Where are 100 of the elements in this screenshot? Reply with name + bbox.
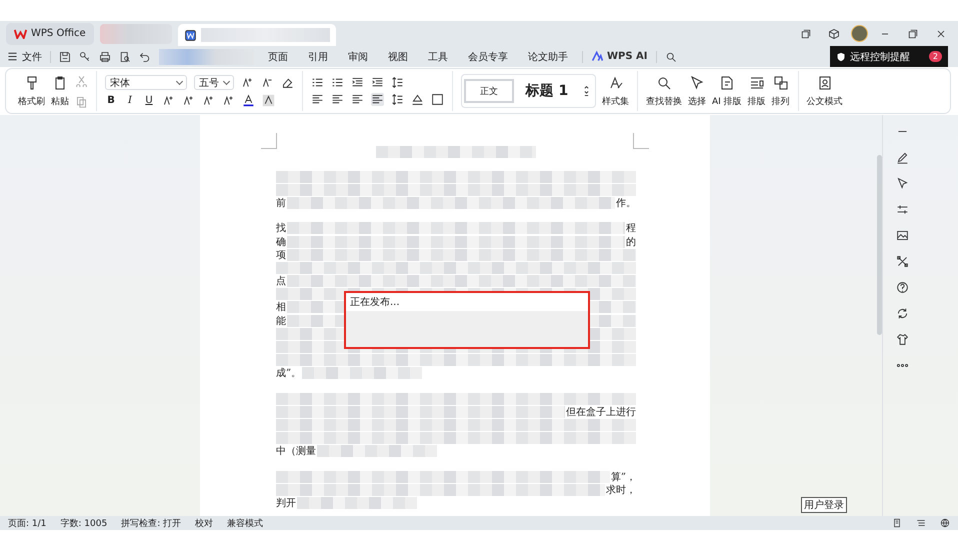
align-right-icon[interactable] bbox=[351, 93, 364, 106]
wps-ai-tab[interactable]: WPS AI bbox=[591, 50, 648, 63]
person-document-icon bbox=[816, 74, 833, 90]
menu-tab[interactable]: 论文助手 bbox=[522, 50, 574, 64]
menu-tab[interactable]: 视图 bbox=[382, 50, 414, 64]
number-list-icon[interactable] bbox=[331, 76, 344, 89]
border-icon[interactable] bbox=[431, 93, 444, 106]
outline-view-icon[interactable] bbox=[916, 518, 926, 528]
document-text: 程 bbox=[626, 222, 636, 236]
document-icon bbox=[184, 28, 197, 42]
document-text: 的 bbox=[626, 236, 636, 249]
notification-text: 远程控制提醒 bbox=[850, 50, 910, 64]
cursor-icon bbox=[689, 74, 705, 90]
format-painter-button[interactable]: 格式刷 bbox=[18, 74, 45, 108]
tooltip: 用户登录 bbox=[801, 497, 847, 513]
outdent-icon[interactable] bbox=[351, 76, 364, 89]
document-text: 点 bbox=[276, 274, 286, 288]
document-text: 找 bbox=[276, 222, 286, 236]
status-item[interactable]: 字数: 1005 bbox=[60, 516, 108, 530]
cube-icon[interactable] bbox=[828, 28, 840, 40]
menu-tab[interactable]: 引用 bbox=[302, 50, 334, 64]
document-text: 相 bbox=[276, 300, 286, 314]
font-size-select[interactable]: 五号 bbox=[194, 75, 234, 90]
menu-tab[interactable]: 页面 bbox=[262, 50, 294, 64]
notification-badge: 2 bbox=[928, 51, 942, 62]
shield-icon bbox=[836, 52, 846, 62]
document-text: 判开 bbox=[276, 496, 296, 510]
key-icon[interactable] bbox=[79, 50, 91, 62]
document-text: 中（测量 bbox=[276, 444, 316, 458]
ribbon-tool-button[interactable]: 查找替换 bbox=[646, 74, 682, 108]
char-shading-icon[interactable] bbox=[262, 94, 275, 107]
file-menu[interactable]: 文件 bbox=[6, 50, 42, 64]
style-option[interactable]: 标题 1 bbox=[518, 79, 576, 103]
tools-icon[interactable] bbox=[896, 255, 908, 268]
layout-icon bbox=[748, 74, 765, 90]
document-tab[interactable] bbox=[178, 24, 336, 46]
style-set-button[interactable]: 样式集 bbox=[602, 74, 629, 108]
dialog-message: 正在发布... bbox=[346, 293, 588, 311]
format-button[interactable]: U bbox=[143, 95, 155, 106]
align-center-icon[interactable] bbox=[331, 93, 344, 106]
document-text: 前 bbox=[276, 197, 286, 210]
paste-button[interactable]: 粘贴 bbox=[51, 74, 69, 108]
style-option[interactable]: 正文 bbox=[464, 79, 514, 103]
shading-icon[interactable] bbox=[411, 93, 424, 106]
ribbon-tool-button[interactable]: 排版 bbox=[748, 74, 766, 108]
ai-logo-icon bbox=[591, 50, 604, 63]
scrollbar[interactable] bbox=[877, 155, 882, 335]
format-button[interactable]: I bbox=[124, 95, 136, 106]
font-select[interactable]: 宋体 bbox=[105, 75, 187, 90]
avatar[interactable] bbox=[851, 25, 868, 42]
save-icon[interactable] bbox=[59, 50, 71, 62]
page-view-icon[interactable] bbox=[892, 518, 902, 528]
status-item[interactable]: 拼写检查: 打开 bbox=[121, 516, 182, 530]
indent-icon[interactable] bbox=[371, 76, 384, 89]
status-item[interactable]: 页面: 1/1 bbox=[8, 516, 46, 530]
logo-icon bbox=[14, 28, 27, 38]
home-tab[interactable]: WPS Office bbox=[6, 22, 94, 44]
undo-icon[interactable] bbox=[139, 50, 151, 62]
doc-mode-button[interactable]: 公文模式 bbox=[806, 74, 843, 108]
status-item[interactable]: 校对 bbox=[195, 516, 214, 530]
print-preview-icon[interactable] bbox=[119, 50, 131, 62]
document-text: 确 bbox=[276, 236, 286, 249]
notification-banner[interactable]: 远程控制提醒 2 bbox=[830, 46, 948, 67]
window-icon[interactable] bbox=[800, 28, 812, 40]
pen-icon[interactable] bbox=[896, 151, 908, 164]
shirt-icon[interactable] bbox=[896, 333, 908, 346]
help-icon[interactable] bbox=[896, 281, 908, 294]
menu-tab[interactable]: 会员专享 bbox=[462, 50, 514, 64]
image-icon[interactable] bbox=[896, 229, 908, 242]
cursor-icon[interactable] bbox=[896, 177, 908, 190]
document-text: 作。 bbox=[616, 197, 636, 210]
print-icon[interactable] bbox=[99, 50, 111, 62]
grow-font-icon[interactable] bbox=[241, 76, 254, 89]
menu-tab[interactable]: 审阅 bbox=[342, 50, 374, 64]
ribbon-tool-button[interactable]: 选择 bbox=[688, 74, 706, 108]
web-view-icon[interactable] bbox=[940, 518, 950, 528]
document-text: 项 bbox=[276, 248, 286, 262]
line-spacing-icon[interactable] bbox=[391, 93, 404, 106]
refresh-icon[interactable] bbox=[896, 307, 908, 320]
restore-icon[interactable] bbox=[907, 28, 919, 40]
document-sparkle-icon bbox=[718, 74, 735, 90]
shrink-font-icon[interactable] bbox=[261, 76, 274, 89]
justify-icon[interactable] bbox=[371, 93, 384, 106]
format-button[interactable]: B bbox=[105, 95, 117, 106]
search-icon bbox=[656, 74, 672, 90]
ribbon-tool-button[interactable]: AI 排版 bbox=[712, 74, 742, 108]
sort-icon[interactable] bbox=[391, 76, 404, 89]
eraser-icon[interactable] bbox=[281, 76, 294, 89]
sliders-icon[interactable] bbox=[896, 203, 908, 216]
menu-tab[interactable]: 工具 bbox=[422, 50, 454, 64]
close-icon[interactable] bbox=[935, 28, 947, 40]
document-text: 能 bbox=[276, 314, 286, 328]
status-item[interactable]: 兼容模式 bbox=[227, 516, 264, 530]
search-icon[interactable] bbox=[664, 50, 677, 62]
menu-icon bbox=[6, 50, 19, 63]
align-left-icon[interactable] bbox=[311, 93, 324, 106]
ribbon-tool-button[interactable]: 排列 bbox=[772, 74, 790, 108]
overlap-squares-icon bbox=[772, 74, 789, 90]
font-color-icon[interactable] bbox=[242, 94, 255, 107]
bullet-list-icon[interactable] bbox=[311, 76, 324, 89]
